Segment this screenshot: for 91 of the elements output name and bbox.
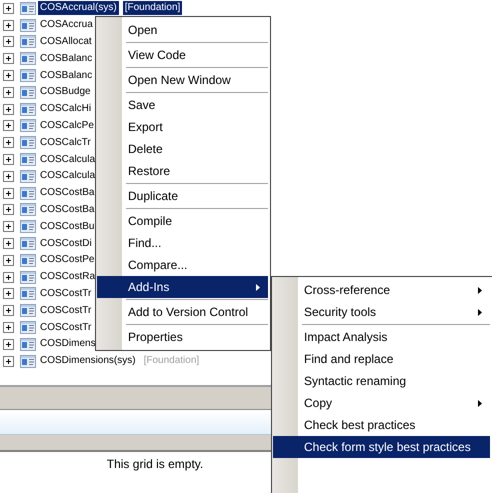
- tree-item[interactable]: COSCostTr: [38, 286, 94, 301]
- form-icon: [20, 52, 36, 66]
- tree-item[interactable]: COSDimensions(sys): [38, 354, 138, 368]
- menu-item[interactable]: Copy: [273, 392, 490, 414]
- tree-item[interactable]: COSBalanc: [38, 52, 94, 66]
- expand-icon[interactable]: [3, 254, 14, 266]
- expand-icon[interactable]: [3, 120, 14, 132]
- menu-item[interactable]: Add-Ins: [97, 276, 268, 298]
- tree-item[interactable]: COSCostTr: [38, 320, 94, 335]
- form-icon: [20, 153, 36, 166]
- expand-icon[interactable]: [3, 2, 14, 14]
- form-icon: [20, 119, 36, 132]
- form-icon: [20, 170, 36, 183]
- expand-icon[interactable]: [3, 338, 14, 350]
- menu-item[interactable]: Find...: [97, 232, 268, 254]
- expand-icon[interactable]: [3, 53, 14, 64]
- tree-item[interactable]: COSCostBu: [38, 220, 96, 234]
- expand-icon[interactable]: [3, 238, 14, 250]
- menu-item[interactable]: Compare...: [97, 254, 268, 276]
- expand-icon[interactable]: [3, 272, 14, 283]
- tree-item[interactable]: COSCostRa: [38, 270, 98, 284]
- form-icon: [20, 136, 36, 150]
- tree-item[interactable]: COSCalcHi: [38, 102, 94, 116]
- form-icon: [20, 203, 36, 216]
- expand-icon[interactable]: [3, 188, 14, 199]
- expand-icon[interactable]: [3, 305, 14, 316]
- menu-item[interactable]: Delete: [97, 138, 268, 160]
- layer-label: [Foundation]: [142, 354, 200, 368]
- menu-item[interactable]: Export: [97, 116, 268, 138]
- form-icon: [20, 18, 36, 32]
- form-icon: [20, 35, 36, 48]
- tree-item[interactable]: COSBalanc: [38, 68, 94, 83]
- tree-item[interactable]: COSCostBa: [38, 202, 96, 217]
- tree-item[interactable]: COSAccrual(sys): [38, 1, 119, 16]
- tree-item[interactable]: COSCostPe: [38, 253, 96, 268]
- menu-item[interactable]: Find and replace: [273, 348, 490, 370]
- expand-icon[interactable]: [3, 356, 14, 367]
- tree-item[interactable]: COSCalcula: [38, 169, 98, 184]
- expand-icon[interactable]: [3, 170, 14, 182]
- expand-icon[interactable]: [3, 137, 14, 148]
- form-icon: [20, 287, 36, 300]
- tree-item[interactable]: COSAllocat: [38, 34, 94, 49]
- expand-icon[interactable]: [3, 36, 14, 48]
- tree-item[interactable]: COSDimens: [38, 337, 98, 352]
- expand-icon[interactable]: [3, 104, 14, 115]
- tree-item[interactable]: COSAccrua: [38, 18, 95, 32]
- menu-item[interactable]: Security tools: [273, 301, 490, 323]
- menu-item[interactable]: Cross-reference: [273, 279, 490, 301]
- empty-grid-message: This grid is empty.: [106, 457, 204, 471]
- form-icon: [20, 321, 36, 334]
- tree-item[interactable]: COSCalcTr: [38, 136, 93, 150]
- expand-icon[interactable]: [3, 288, 14, 300]
- form-icon: [20, 270, 36, 284]
- menu-item[interactable]: Compile: [97, 210, 268, 232]
- form-icon: [20, 69, 36, 82]
- menu-item[interactable]: View Code: [97, 44, 268, 66]
- tree-item[interactable]: COSCostDi: [38, 236, 94, 251]
- tree-item[interactable]: COSCostBa: [38, 186, 96, 200]
- menu-item[interactable]: Add to Version Control: [97, 301, 268, 323]
- menu-item[interactable]: Syntactic renaming: [273, 370, 490, 392]
- expand-icon[interactable]: [3, 70, 14, 82]
- menu-item[interactable]: Properties: [97, 326, 268, 348]
- form-icon: [20, 2, 36, 15]
- form-icon: [20, 86, 36, 99]
- menu-item[interactable]: Save: [97, 94, 268, 116]
- form-icon: [20, 254, 36, 267]
- expand-icon[interactable]: [3, 204, 14, 216]
- menu-item[interactable]: Open: [97, 19, 268, 41]
- form-icon: [20, 186, 36, 200]
- form-icon: [20, 304, 36, 318]
- expand-icon[interactable]: [3, 322, 14, 334]
- expand-icon[interactable]: [3, 221, 14, 232]
- form-icon: [20, 338, 36, 351]
- tree-item[interactable]: COSCalcula: [38, 152, 98, 167]
- tree-item[interactable]: COSCalcPe: [38, 118, 96, 133]
- tree-item[interactable]: COSCostTr: [38, 304, 94, 318]
- form-icon: [20, 237, 36, 250]
- menu-item[interactable]: Duplicate: [97, 185, 268, 207]
- menu-item[interactable]: Check best practices: [273, 414, 490, 436]
- layer-label: [Foundation]: [122, 1, 182, 16]
- expand-icon[interactable]: [3, 20, 14, 31]
- form-icon: [20, 102, 36, 116]
- expand-icon[interactable]: [3, 154, 14, 166]
- menu-item[interactable]: Impact Analysis: [273, 326, 490, 348]
- form-icon: [20, 354, 36, 368]
- menu-item[interactable]: Check form style best practices: [273, 436, 490, 458]
- tree-item[interactable]: COSBudge: [38, 85, 93, 100]
- menu-item[interactable]: Restore: [97, 160, 268, 182]
- menu-item[interactable]: Open New Window: [97, 69, 268, 91]
- form-icon: [20, 220, 36, 234]
- expand-icon[interactable]: [3, 86, 14, 98]
